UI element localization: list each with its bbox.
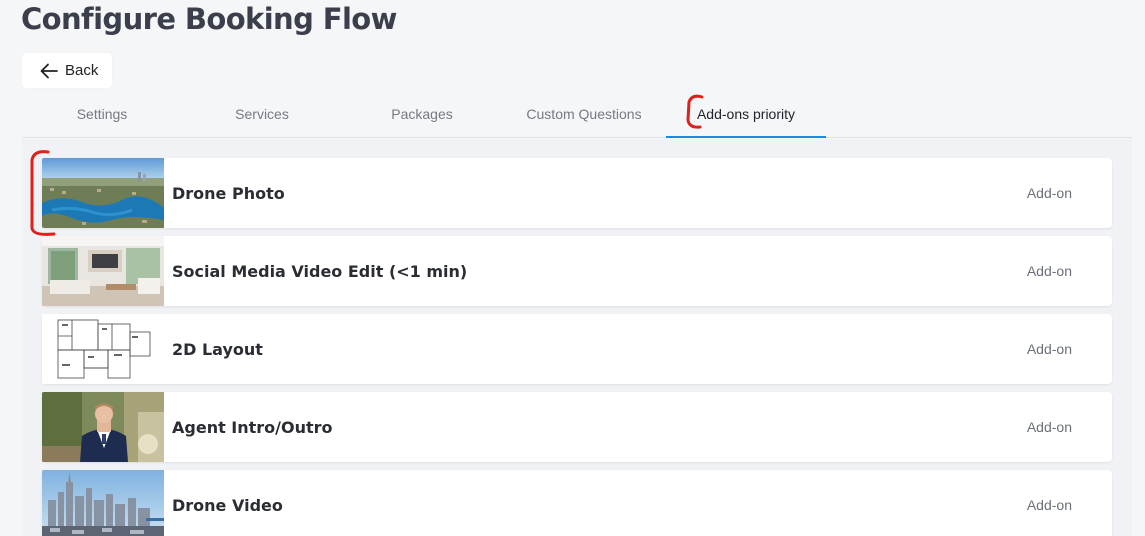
addon-type: Add-on	[1026, 497, 1072, 513]
floor-plan-drawing-icon	[42, 314, 164, 384]
addon-name: Social Media Video Edit (<1 min)	[172, 261, 468, 281]
city-skyline-photo-icon	[42, 470, 164, 536]
tab-bar: Settings Services Packages Custom Questi…	[22, 90, 1132, 138]
tab-services-label: Services	[235, 105, 289, 122]
addon-row-2d-layout[interactable]: 2D Layout Add-on	[42, 314, 1112, 384]
tab-settings[interactable]: Settings	[22, 90, 182, 137]
addon-thumbnail	[42, 236, 164, 306]
agent-portrait-photo-icon	[42, 392, 164, 462]
tab-addons-priority[interactable]: Add-ons priority	[666, 90, 826, 138]
addon-row-agent-intro-outro[interactable]: Agent Intro/Outro Add-on	[42, 392, 1112, 462]
addon-row-social-media-video-edit[interactable]: Social Media Video Edit (<1 min) Add-on	[42, 236, 1112, 306]
addon-thumbnail	[42, 314, 164, 384]
tab-custom-questions-label: Custom Questions	[526, 105, 642, 122]
addon-thumbnail	[42, 158, 164, 228]
addon-type: Add-on	[1026, 419, 1072, 435]
addon-name: Drone Photo	[172, 183, 285, 203]
addon-row-drone-photo[interactable]: Drone Photo Add-on	[42, 158, 1112, 228]
tab-services[interactable]: Services	[182, 90, 342, 137]
addon-type: Add-on	[1026, 185, 1072, 201]
back-button-label: Back	[65, 62, 99, 79]
tab-settings-label: Settings	[76, 105, 128, 122]
tab-custom-questions[interactable]: Custom Questions	[504, 90, 664, 137]
tab-packages-label: Packages	[391, 105, 453, 122]
arrow-left-icon	[40, 63, 58, 78]
addon-type: Add-on	[1026, 341, 1072, 357]
addon-name: Agent Intro/Outro	[172, 417, 333, 437]
living-room-photo-icon	[42, 236, 164, 306]
tab-addons-priority-label: Add-ons priority	[696, 105, 796, 122]
page: Configure Booking Flow Back Settings Ser…	[0, 0, 1145, 536]
addon-thumbnail	[42, 470, 164, 536]
page-title: Configure Booking Flow	[21, 2, 397, 36]
addon-thumbnail	[42, 392, 164, 462]
aerial-lake-photo-icon	[42, 158, 164, 228]
tab-packages[interactable]: Packages	[342, 90, 502, 137]
addon-name: 2D Layout	[172, 339, 263, 359]
addon-row-drone-video[interactable]: Drone Video Add-on	[42, 470, 1112, 536]
back-button[interactable]: Back	[22, 53, 112, 88]
addon-type: Add-on	[1026, 263, 1072, 279]
addons-list: Drone Photo Add-on Social Media Video Ed…	[22, 139, 1132, 536]
addon-name: Drone Video	[172, 495, 283, 515]
